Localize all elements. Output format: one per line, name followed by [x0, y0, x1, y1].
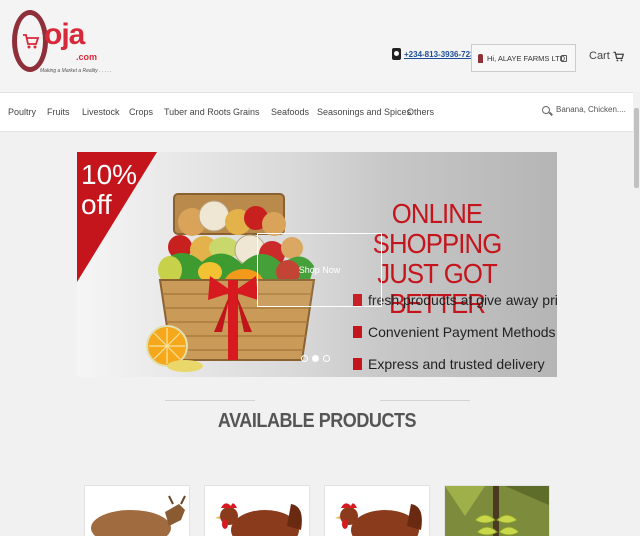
- nav-item-tuber-and-roots[interactable]: Tuber and Roots: [164, 107, 231, 117]
- phone-contact[interactable]: +234-813-3936-723: [392, 48, 475, 60]
- feature-item: fresh products at give away prices: [353, 284, 557, 316]
- scrollbar-thumb[interactable]: [634, 108, 639, 188]
- phone-number[interactable]: +234-813-3936-723: [404, 50, 475, 59]
- feature-text: Express and trusted delivery: [368, 356, 545, 372]
- nav-item-crops[interactable]: Crops: [129, 107, 153, 117]
- available-products-title: AVAILABLE PRODUCTS: [217, 410, 417, 432]
- phone-icon: [392, 48, 401, 60]
- chicken-image: [205, 486, 309, 536]
- user-icon: [478, 53, 483, 63]
- cart-label: Cart: [589, 50, 610, 62]
- discount-text: 10% off: [81, 160, 137, 220]
- nav-item-seasonings-and-spices[interactable]: Seasonings and Spices: [317, 107, 411, 117]
- nav-item-grains[interactable]: Grains: [233, 107, 260, 117]
- account-label: Hi, ALAYE FARMS LTD: [487, 53, 566, 63]
- search-box[interactable]: Banana, Chicken....: [542, 105, 626, 114]
- product-card-chicken[interactable]: [324, 485, 430, 536]
- page-scrollbar[interactable]: [633, 92, 640, 536]
- account-button[interactable]: Hi, ALAYE FARMS LTD: [471, 44, 576, 72]
- nav-item-poultry[interactable]: Poultry: [8, 107, 36, 117]
- feature-item: Convenient Payment Methods: [353, 316, 557, 348]
- feature-text: Convenient Payment Methods: [368, 324, 556, 340]
- shopping-cart-logo-icon: [23, 34, 40, 49]
- shop-now-button[interactable]: Shop Now: [257, 233, 382, 307]
- carousel-dot-1[interactable]: [301, 355, 308, 362]
- title-divider-left: [165, 400, 255, 401]
- product-card-chicken[interactable]: [204, 485, 310, 536]
- site-logo[interactable]: oja .com Making a Market a Reality . . .…: [10, 8, 112, 78]
- carousel-indicators: [301, 355, 330, 362]
- feature-item: Express and trusted delivery: [353, 348, 557, 377]
- category-nav: Poultry Fruits Livestock Crops Tuber and…: [0, 92, 640, 132]
- cart-button[interactable]: Cart: [589, 50, 624, 62]
- search-icon[interactable]: [542, 105, 550, 114]
- banner-feature-list: fresh products at give away prices Conve…: [353, 284, 557, 377]
- orange-slice-image: [146, 325, 203, 372]
- nav-item-livestock[interactable]: Livestock: [82, 107, 120, 117]
- carousel-dot-3[interactable]: [323, 355, 330, 362]
- title-divider-right: [380, 400, 470, 401]
- product-card-cow[interactable]: [84, 485, 190, 536]
- feature-text: fresh products at give away prices: [368, 292, 557, 308]
- nav-item-others[interactable]: Others: [407, 107, 434, 117]
- nav-item-seafoods[interactable]: Seafoods: [271, 107, 309, 117]
- logout-icon[interactable]: [561, 55, 567, 62]
- nav-item-fruits[interactable]: Fruits: [47, 107, 70, 117]
- bullet-marker: [353, 326, 362, 338]
- promo-banner-carousel[interactable]: 10% off ONLINE SHOPPING JUST GOT BETTER …: [77, 152, 557, 377]
- cart-icon: [613, 51, 624, 61]
- product-card-banana[interactable]: [444, 485, 550, 536]
- cow-image: [85, 486, 189, 536]
- header: oja .com Making a Market a Reality . . .…: [0, 0, 640, 92]
- logo-tagline: Making a Market a Reality . . . . .: [40, 68, 112, 74]
- discount-off: off: [81, 189, 112, 220]
- chicken-image: [325, 486, 429, 536]
- logo-suffix: .com: [76, 52, 98, 62]
- discount-percent: 10%: [81, 159, 138, 190]
- banana-image: [445, 486, 549, 536]
- carousel-dot-2[interactable]: [312, 355, 319, 362]
- bullet-marker: [353, 358, 362, 370]
- logo-text: oja: [44, 18, 85, 51]
- search-input[interactable]: Banana, Chicken....: [556, 105, 626, 114]
